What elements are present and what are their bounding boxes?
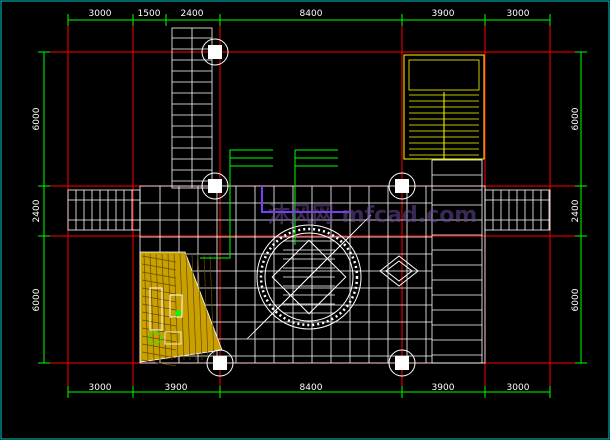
top-dim-5: 3900 [432, 9, 455, 19]
left-dimension-labels: 6000 2400 6000 [32, 107, 42, 311]
staircase [403, 54, 485, 160]
right-dim-3: 6000 [571, 288, 581, 311]
column-pier [208, 45, 222, 59]
column-pier [213, 356, 227, 370]
right-wing-paving [484, 189, 551, 231]
bottom-dim-3: 8400 [300, 383, 323, 393]
right-dimension-labels: 6000 2400 6000 [571, 107, 581, 311]
top-dim-1: 3000 [89, 9, 112, 19]
column-pier [395, 179, 409, 193]
bottom-dim-5: 3000 [507, 383, 530, 393]
bottom-dim-2: 3900 [165, 383, 188, 393]
plant-symbol [175, 310, 181, 316]
top-dim-4: 8400 [300, 9, 323, 19]
column-pier [395, 356, 409, 370]
east-strip-paving [431, 159, 483, 364]
left-dim-3: 6000 [32, 288, 42, 311]
top-dimension-labels: 3000 1500 2400 8400 3900 3000 [89, 9, 530, 19]
top-dim-6: 3000 [507, 9, 530, 19]
column-pier [208, 179, 222, 193]
watermark-text: 沐风网 mfcad.com [268, 203, 477, 228]
top-dim-2: 1500 [138, 9, 161, 19]
right-dim-2: 2400 [571, 199, 581, 222]
top-dim-3: 2400 [181, 9, 204, 19]
left-dim-1: 6000 [32, 107, 42, 130]
landscape-floor-plan: 3000 1500 2400 8400 3900 3000 3000 3900 … [0, 0, 610, 440]
bottom-dim-1: 3000 [89, 383, 112, 393]
circular-fountain [246, 214, 372, 340]
left-wing-paving [67, 189, 141, 231]
wood-deck [139, 251, 223, 367]
right-dim-1: 6000 [571, 107, 581, 130]
cad-drawing-canvas: 3000 1500 2400 8400 3900 3000 3000 3900 … [0, 0, 610, 440]
bottom-dim-4: 3900 [432, 383, 455, 393]
left-dim-2: 2400 [32, 199, 42, 222]
